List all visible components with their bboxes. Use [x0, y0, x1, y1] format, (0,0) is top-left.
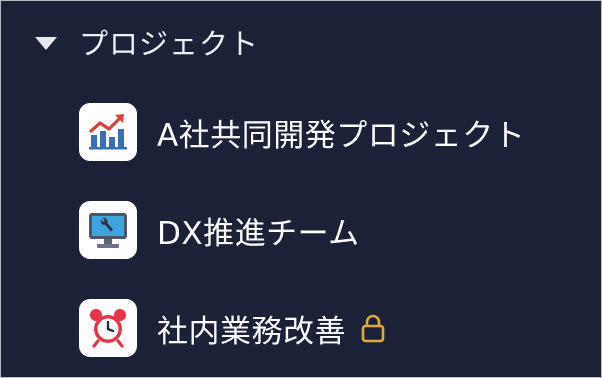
project-item-dx-team[interactable]: DX推進チーム — [79, 200, 360, 260]
project-label: 社内業務改善 — [157, 313, 346, 350]
project-item-a-joint-dev[interactable]: A社共同開発プロジェクト — [79, 102, 525, 162]
project-label: A社共同開発プロジェクト — [157, 117, 526, 154]
chart-increasing-icon — [79, 103, 137, 161]
section-toggle-projects[interactable]: プロジェクト — [35, 19, 259, 65]
lock-icon — [360, 313, 386, 343]
alarm-clock-icon — [79, 299, 137, 357]
project-label: DX推進チーム — [157, 215, 360, 252]
section-title: プロジェクト — [79, 27, 260, 61]
caret-down-icon[interactable] — [35, 36, 57, 50]
sidebar-panel: プロジェクト A社共同開発プロジェクト DX推進チーム 社内業務改善 — [0, 0, 602, 378]
desktop-computer-wrench-icon — [79, 201, 137, 259]
project-item-internal-improvement[interactable]: 社内業務改善 — [79, 298, 386, 358]
